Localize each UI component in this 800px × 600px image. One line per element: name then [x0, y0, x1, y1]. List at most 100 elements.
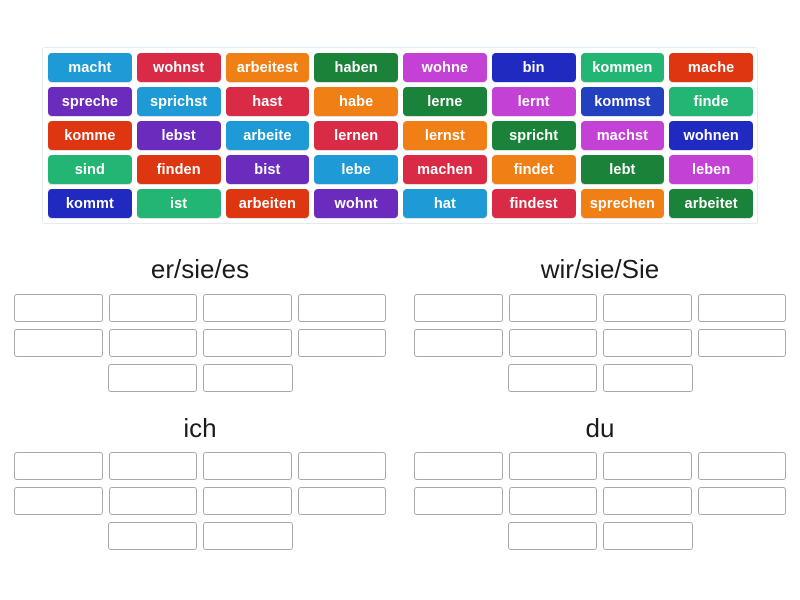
word-tile[interactable]: macht	[48, 53, 132, 82]
word-tile[interactable]: arbeiten	[225, 189, 310, 218]
answer-slot[interactable]	[697, 487, 786, 516]
word-tile[interactable]: lebst	[136, 121, 221, 150]
answer-slot[interactable]	[414, 452, 503, 481]
word-tile[interactable]: hast	[225, 87, 310, 116]
word-tile[interactable]: bin	[491, 53, 576, 82]
word-tile[interactable]: findet	[491, 155, 576, 184]
answer-slot[interactable]	[414, 328, 503, 357]
word-tile[interactable]: sind	[48, 155, 132, 184]
word-bank-row: komme lebst arbeite lernen lernst spricht mach…	[48, 121, 753, 150]
word-tile[interactable]: komme	[48, 121, 132, 150]
word-tile[interactable]: arbeite	[225, 121, 310, 150]
answer-slot[interactable]	[297, 293, 386, 322]
answer-slot[interactable]	[107, 363, 197, 392]
answer-slot[interactable]	[297, 452, 386, 481]
word-tile[interactable]: wohnen	[669, 121, 753, 150]
answer-slot[interactable]	[697, 452, 786, 481]
word-tile[interactable]: lernst	[403, 121, 487, 150]
answer-slot-spacer	[14, 522, 102, 550]
answer-slot[interactable]	[508, 293, 597, 322]
answer-slot[interactable]	[414, 293, 503, 322]
answer-slot[interactable]	[203, 328, 292, 357]
word-tile[interactable]: lerne	[403, 87, 487, 116]
answer-slot[interactable]	[108, 452, 197, 481]
word-tile[interactable]: wohne	[403, 53, 487, 82]
answer-slot[interactable]	[14, 328, 103, 357]
word-tile[interactable]: spreche	[48, 87, 132, 116]
answer-slot[interactable]	[603, 522, 693, 551]
answer-slot[interactable]	[507, 363, 597, 392]
answer-slot[interactable]	[108, 487, 197, 516]
word-tile[interactable]: machst	[580, 121, 665, 150]
word-tile[interactable]: hat	[403, 189, 487, 218]
word-tile[interactable]: lebe	[314, 155, 398, 184]
answer-slot[interactable]	[414, 487, 503, 516]
answer-slot[interactable]	[603, 487, 692, 516]
answer-slot[interactable]	[108, 328, 197, 357]
answer-slot[interactable]	[603, 293, 692, 322]
answer-slot[interactable]	[507, 522, 597, 551]
answer-slot[interactable]	[14, 487, 103, 516]
word-tile[interactable]: sprichst	[136, 87, 221, 116]
activity-canvas: macht wohnst arbeitest haben wohne bin kommen m…	[0, 0, 800, 600]
answer-slot[interactable]	[603, 363, 693, 392]
word-tile[interactable]: spricht	[491, 121, 576, 150]
section-title: ich	[183, 412, 217, 443]
answer-slot-row	[14, 487, 386, 516]
word-tile[interactable]: haben	[314, 53, 398, 82]
answer-section: ich	[0, 399, 400, 558]
word-tile[interactable]: machen	[403, 155, 487, 184]
answer-slot[interactable]	[14, 452, 103, 481]
answer-slot-spacer	[414, 364, 502, 392]
word-tile[interactable]: arbeitest	[225, 53, 310, 82]
word-tile[interactable]: finde	[669, 87, 753, 116]
word-tile[interactable]: finden	[136, 155, 221, 184]
word-tile[interactable]: arbeitet	[669, 189, 753, 218]
answer-slot-row	[14, 363, 387, 392]
answer-section: wir/sie/Sie	[400, 240, 800, 399]
word-tile[interactable]: lernt	[491, 87, 576, 116]
word-tile[interactable]: lebt	[580, 155, 665, 184]
answer-slot[interactable]	[508, 328, 597, 357]
word-tile[interactable]: wohnt	[314, 189, 398, 218]
answer-slot[interactable]	[203, 293, 292, 322]
word-tile[interactable]: findest	[491, 189, 576, 218]
answer-slot-row	[14, 293, 386, 322]
answer-slot-spacer	[299, 364, 387, 392]
word-tile[interactable]: sprechen	[580, 189, 665, 218]
answer-slot[interactable]	[107, 522, 197, 551]
answer-slot-spacer	[699, 364, 787, 392]
word-tile[interactable]: kommen	[580, 53, 665, 82]
answer-slot[interactable]	[108, 293, 197, 322]
answer-slot[interactable]	[603, 328, 692, 357]
answer-slot-row	[414, 487, 786, 516]
answer-slot[interactable]	[203, 522, 293, 551]
answer-slot[interactable]	[297, 328, 386, 357]
answer-slot[interactable]	[203, 487, 292, 516]
section-title: du	[585, 412, 615, 443]
answer-section: du	[400, 399, 800, 558]
answer-slot[interactable]	[508, 452, 597, 481]
word-tile[interactable]: leben	[669, 155, 753, 184]
word-tile[interactable]: ist	[136, 189, 221, 218]
answer-slot[interactable]	[697, 328, 786, 357]
word-tile[interactable]: habe	[314, 87, 398, 116]
word-tile[interactable]: wohnst	[136, 53, 221, 82]
word-tile[interactable]: bist	[225, 155, 310, 184]
answer-slot[interactable]	[297, 487, 386, 516]
answer-slot-row	[414, 522, 786, 551]
answer-slot[interactable]	[508, 487, 597, 516]
word-bank: macht wohnst arbeitest haben wohne bin kommen m…	[42, 47, 758, 224]
word-bank-row: sind finden bist lebe machen findet lebt leben	[48, 155, 753, 184]
answer-slot[interactable]	[203, 363, 293, 392]
answer-slot[interactable]	[14, 293, 103, 322]
word-tile[interactable]: kommt	[48, 189, 132, 218]
answer-slot[interactable]	[203, 452, 292, 481]
word-tile[interactable]: mache	[669, 53, 753, 82]
answer-slot[interactable]	[697, 293, 786, 322]
word-tile[interactable]: kommst	[580, 87, 665, 116]
answer-slot[interactable]	[603, 452, 692, 481]
answer-slot-row	[414, 452, 786, 481]
word-tile[interactable]: lernen	[314, 121, 398, 150]
answer-slot-spacer	[14, 364, 102, 392]
